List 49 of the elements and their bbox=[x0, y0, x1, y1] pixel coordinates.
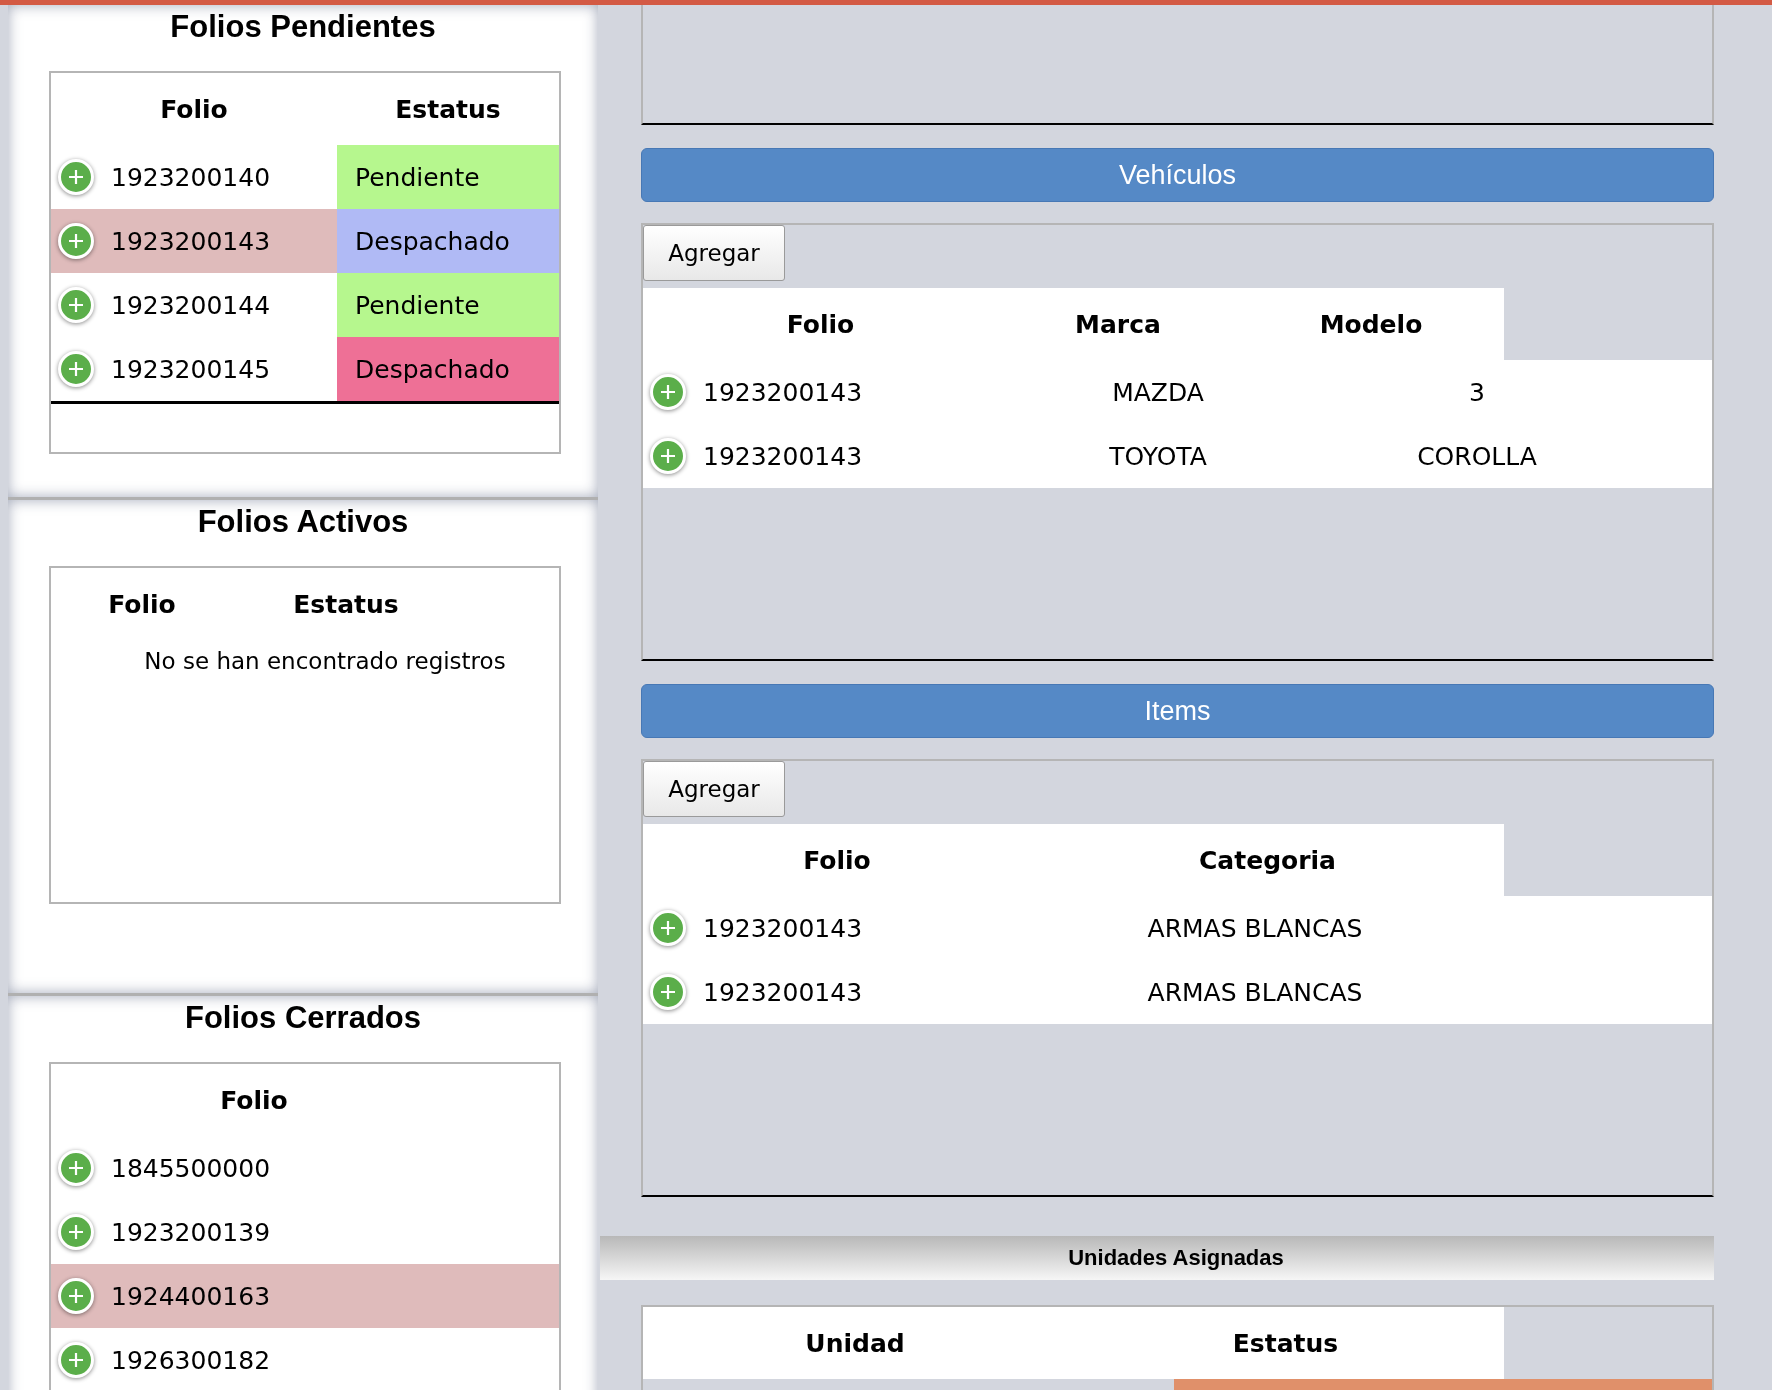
column-header: Estatus bbox=[1231, 1328, 1340, 1358]
folio-number: 1924400163 bbox=[111, 1281, 271, 1311]
status-cell: Despachado bbox=[337, 337, 559, 401]
status-cell: Pendiente bbox=[337, 145, 559, 209]
column-header: Folio bbox=[785, 309, 856, 339]
folio-number: 1923200143 bbox=[703, 377, 863, 407]
table-cell-text: MAZDA bbox=[1111, 377, 1205, 407]
status-cell: Pendiente bbox=[337, 273, 559, 337]
section-header: Items bbox=[641, 684, 1714, 738]
folio-number: 1923200143 bbox=[703, 977, 863, 1007]
table-row[interactable]: 1923200143 TOYOTA COROLLA bbox=[643, 424, 1712, 488]
column-header: Estatus bbox=[292, 589, 400, 619]
table-row[interactable]: 1923200143 ARMAS BLANCAS bbox=[643, 960, 1712, 1024]
panel-title: Folios Cerrados bbox=[184, 1000, 422, 1037]
section-header: Unidades Asignadas bbox=[600, 1236, 1714, 1280]
panel-title: Folios Pendientes bbox=[169, 9, 437, 46]
section-header: Vehículos bbox=[641, 148, 1714, 202]
folio-number: 1923200145 bbox=[111, 354, 271, 384]
folio-number: 1923200139 bbox=[111, 1217, 271, 1247]
table-cell-text: TOYOTA bbox=[1108, 441, 1208, 471]
column-header: Folio bbox=[802, 845, 872, 875]
add-button[interactable]: Agregar bbox=[643, 761, 785, 817]
column-header: Unidad bbox=[804, 1328, 906, 1358]
column-header: Categoria bbox=[1198, 845, 1337, 875]
table-row[interactable]: 1923200143 MAZDA 3 bbox=[643, 360, 1712, 424]
status-cell: Despachado bbox=[337, 209, 559, 273]
empty-message: No se han encontrado registros bbox=[143, 648, 507, 676]
column-header: Modelo bbox=[1318, 309, 1424, 339]
table-row[interactable]: 1923200143 ARMAS BLANCAS bbox=[643, 896, 1712, 960]
column-header: Estatus bbox=[394, 94, 502, 124]
folio-number: 1923200140 bbox=[111, 162, 271, 192]
column-header: Marca bbox=[1074, 309, 1162, 339]
folio-number: 1923200143 bbox=[111, 226, 271, 256]
column-header: Folio bbox=[159, 94, 229, 124]
table-cell-text: 3 bbox=[1468, 377, 1486, 407]
add-button[interactable]: Agregar bbox=[643, 225, 785, 281]
column-header: Folio bbox=[219, 1085, 289, 1115]
table-cell-text: COROLLA bbox=[1416, 441, 1538, 471]
folio-number: 1923200143 bbox=[703, 913, 863, 943]
table-row[interactable]: 1923200143 Despachado bbox=[51, 209, 559, 273]
table-cell-text: ARMAS BLANCAS bbox=[1146, 913, 1364, 943]
folio-number: 1845500000 bbox=[111, 1153, 271, 1183]
panel-title: Folios Activos bbox=[196, 504, 410, 541]
column-header: Folio bbox=[107, 589, 177, 619]
folio-number: 1923200143 bbox=[703, 441, 863, 471]
folio-number: 1926300182 bbox=[111, 1345, 271, 1375]
table-row[interactable]: 1924400163 bbox=[51, 1264, 559, 1328]
table-cell-text: ARMAS BLANCAS bbox=[1146, 977, 1364, 1007]
folio-number: 1923200144 bbox=[111, 290, 271, 320]
